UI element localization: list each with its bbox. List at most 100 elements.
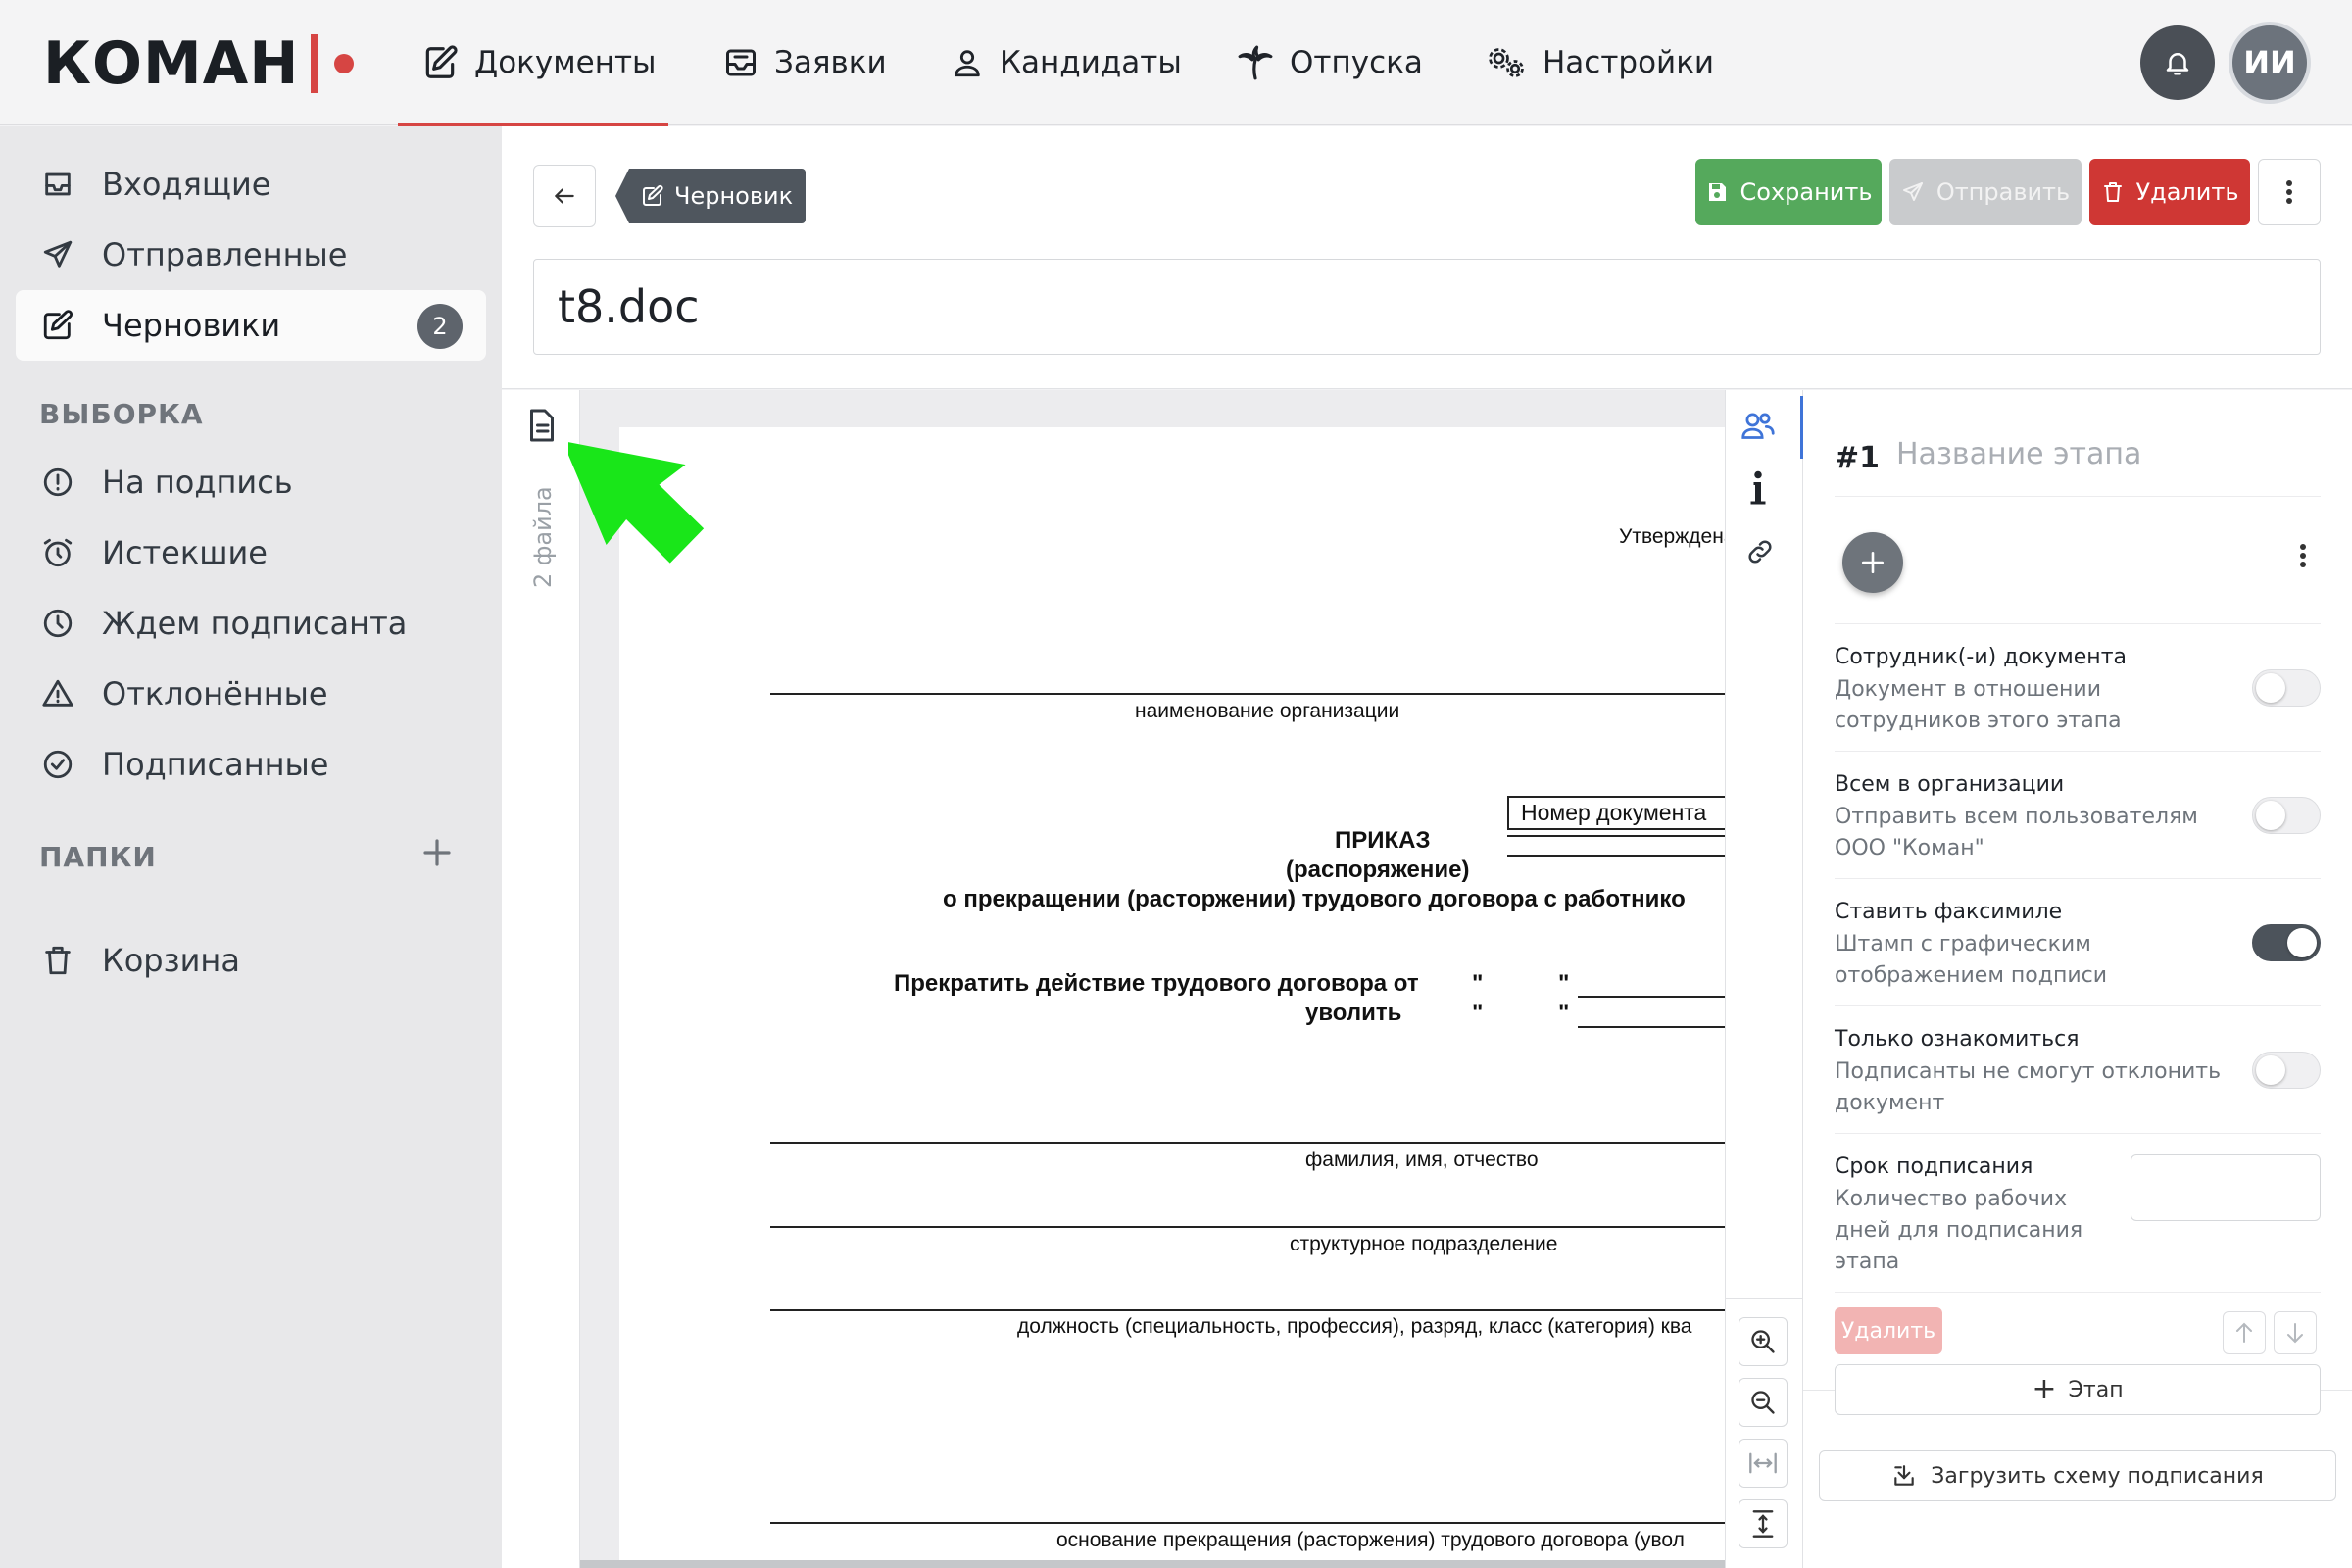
doc-quote: " [1472, 970, 1484, 997]
nav-requests[interactable]: Заявки [723, 0, 887, 125]
all-org-toggle[interactable] [2252, 797, 2321, 834]
document-viewer[interactable]: Утверждена по наименование организации Н… [580, 390, 1725, 1568]
sidebar-item-label: На подпись [102, 464, 293, 501]
sidebar-item-inbox[interactable]: Входящие [16, 149, 486, 220]
sidebar-item-to-sign[interactable]: На подпись [16, 447, 486, 517]
stage-menu-button[interactable] [2299, 541, 2307, 574]
sidebar-item-expired[interactable]: Истекшие [16, 517, 486, 588]
brand-logo[interactable]: КОМАН [43, 29, 355, 98]
sidebar-item-waiting[interactable]: Ждем подписанта [16, 588, 486, 659]
doc-order-subject: о прекращении (расторжении) трудового до… [943, 886, 1686, 912]
status-badge-label: Черновик [674, 182, 794, 210]
doc-approved-text: Утверждена по [1619, 525, 1725, 548]
viewer-horizontal-scrollbar[interactable] [580, 1560, 1725, 1568]
delete-stage-button[interactable]: Удалить [1835, 1307, 1942, 1354]
load-signing-scheme-button[interactable]: Загрузить схему подписания [1819, 1450, 2336, 1501]
send-button-label: Отправить [1936, 178, 2071, 206]
sidebar-item-label: Подписанные [102, 746, 329, 783]
logo-dot-mark [334, 54, 355, 74]
link-icon [1748, 540, 1772, 564]
green-arrow-icon [568, 442, 705, 564]
tab-links[interactable] [1744, 537, 1776, 570]
doc-number-box: Номер документа [1507, 796, 1725, 830]
doc-rule [770, 1142, 1725, 1144]
doc-basis-caption: основание прекращения (расторжения) труд… [1056, 1529, 1685, 1551]
nav-candidates[interactable]: Кандидаты [951, 0, 1182, 125]
file-text-icon [530, 409, 554, 442]
file-tab-button[interactable] [527, 408, 557, 447]
status-badge: Черновик [615, 169, 806, 223]
inbox-tray-icon [726, 49, 756, 76]
fit-height-button[interactable] [1739, 1499, 1788, 1548]
arrow-down-icon [2287, 1323, 2303, 1344]
sidebar-item-label: Ждем подписанта [102, 605, 408, 642]
move-stage-down-button[interactable] [2274, 1311, 2317, 1354]
toggle-knob [2256, 1055, 2285, 1085]
doc-quote: " [1558, 970, 1570, 997]
add-signer-button[interactable] [1842, 532, 1903, 593]
deadline-description: Количество рабочих дней для подписания э… [1835, 1187, 2083, 1274]
facsimile-toggle[interactable] [2252, 924, 2321, 961]
users-icon [1741, 413, 1775, 439]
toggle-knob [2256, 673, 2285, 703]
doc-rule [1578, 996, 1725, 998]
doc-order-subtitle: (распоряжение) [1286, 857, 1470, 883]
option-description: Штамп с графическим отображением подписи [1835, 932, 2108, 988]
employees-toggle[interactable] [2252, 669, 2321, 707]
move-stage-up-button[interactable] [2223, 1311, 2266, 1354]
toggle-knob [2287, 928, 2317, 957]
plus-icon [423, 839, 451, 866]
add-stage-button[interactable]: + Этап [1835, 1364, 2321, 1415]
notifications-button[interactable] [2140, 25, 2215, 100]
deadline-title: Срок подписания [1835, 1154, 2034, 1179]
delete-button[interactable]: Удалить [2089, 159, 2250, 225]
back-button[interactable] [533, 165, 596, 227]
document-edit-icon [425, 45, 458, 78]
user-avatar[interactable]: ИИ [2232, 25, 2307, 100]
zoom-in-button[interactable] [1739, 1317, 1788, 1366]
stage-name-input[interactable] [1896, 437, 2308, 471]
nav-vacations[interactable]: Отпуска [1237, 0, 1423, 125]
nav-documents[interactable]: Документы [398, 0, 668, 126]
doc-quote: " [1472, 1000, 1484, 1026]
paper-plane-icon [43, 240, 73, 268]
sidebar-item-label: Черновики [102, 307, 281, 344]
read-only-toggle[interactable] [2252, 1052, 2321, 1089]
panel-divider [1835, 1133, 2321, 1134]
sidebar-item-label: Входящие [102, 166, 271, 203]
option-description: Отправить всем пользователям ООО "Коман" [1835, 805, 2198, 860]
send-button[interactable]: Отправить [1889, 159, 2082, 225]
arrow-left-icon [555, 188, 574, 204]
sidebar-item-label: Отправленные [102, 236, 348, 273]
sidebar-item-rejected[interactable]: Отклонённые [16, 659, 486, 729]
sidebar-item-drafts[interactable]: Черновики 2 [16, 290, 486, 361]
nav-settings[interactable]: Настройки [1486, 0, 1714, 125]
document-title-input[interactable] [533, 259, 2321, 355]
gears-icon [1489, 48, 1524, 77]
zoom-out-button[interactable] [1739, 1378, 1788, 1427]
panel-divider [1835, 623, 2321, 624]
user-search-icon [955, 50, 980, 77]
deadline-days-input[interactable] [2131, 1154, 2321, 1221]
sidebar-item-signed[interactable]: Подписанные [16, 729, 486, 800]
floppy-disk-icon [1708, 183, 1726, 201]
save-button[interactable]: Сохранить [1695, 159, 1882, 225]
doc-org-caption: наименование организации [1135, 700, 1400, 722]
check-circle-icon [43, 750, 73, 779]
add-folder-button[interactable] [421, 833, 453, 876]
sidebar-item-label: Корзина [102, 942, 240, 979]
more-actions-button[interactable] [2258, 159, 2321, 225]
logo-bar-mark [311, 34, 319, 93]
tab-signers[interactable] [1740, 410, 1776, 445]
toggle-knob [2256, 801, 2285, 830]
doc-dismiss-text: уволить [1305, 1000, 1402, 1026]
sidebar-item-sent[interactable]: Отправленные [16, 220, 486, 290]
tab-info[interactable] [1748, 470, 1768, 510]
nav-documents-label: Документы [474, 45, 657, 80]
option-description: Документ в отношении сотрудников этого э… [1835, 677, 2122, 733]
fit-width-button[interactable] [1739, 1439, 1788, 1488]
doc-rule [1507, 835, 1725, 837]
sidebar-item-trash[interactable]: Корзина [16, 925, 486, 996]
warning-triangle-icon [42, 679, 74, 707]
trash-icon [45, 946, 71, 975]
